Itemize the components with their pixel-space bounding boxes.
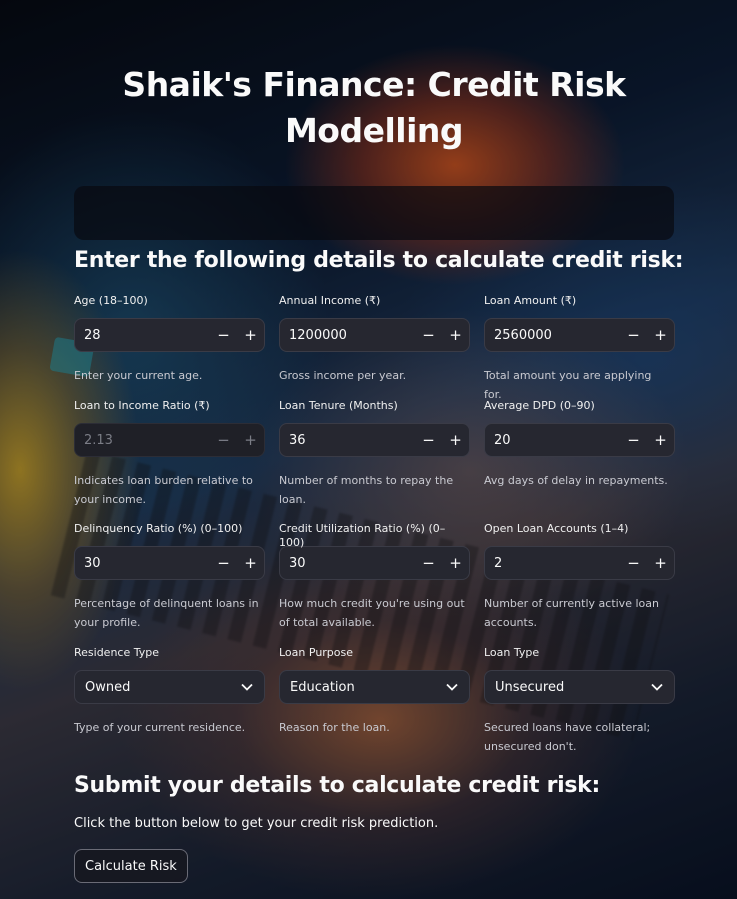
loan-type-help: Secured loans have collateral; unsecured… [484,721,651,753]
minus-icon[interactable]: − [620,546,647,580]
page-title: Shaik's Finance: Credit Risk Modelling [122,65,626,150]
submit-heading: Submit your details to calculate credit … [74,773,600,798]
info-banner [74,186,674,240]
minus-icon[interactable]: − [415,546,442,580]
submit-caption: Click the button below to get your credi… [74,816,439,831]
average-dpd-input[interactable]: 20 − + [484,423,675,457]
annual-income-input[interactable]: 1200000 − + [279,318,470,352]
form-heading: Enter the following details to calculate… [74,248,684,273]
chevron-down-icon[interactable] [435,670,469,704]
loan-purpose-help: Reason for the loan. [279,721,390,734]
plus-icon[interactable]: + [237,546,264,580]
loan-purpose-select[interactable]: Education [279,670,470,704]
loan-type-label: Loan Type [484,646,540,659]
loan-amount-input[interactable]: 2560000 − + [484,318,675,352]
plus-icon[interactable]: + [647,318,674,352]
age-help: Enter your current age. [74,369,203,382]
main-content: Shaik's Finance: Credit Risk Modelling E… [0,0,737,899]
credit-utilization-value[interactable]: 30 [280,556,415,571]
calculate-risk-button[interactable]: Calculate Risk [74,849,188,883]
loan-tenure-field: Loan Tenure (Months) 36 − + Number of mo… [279,399,470,509]
credit-utilization-label: Credit Utilization Ratio (%) (0–100) [279,522,446,549]
age-field: Age (18–100) 28 − + Enter your current a… [74,294,265,385]
minus-icon[interactable]: − [210,318,237,352]
loan-purpose-value[interactable]: Education [280,680,435,695]
minus-icon[interactable]: − [620,423,647,457]
annual-income-label: Annual Income (₹) [279,294,381,307]
average-dpd-field: Average DPD (0–90) 20 − + Avg days of de… [484,399,675,490]
loan-to-income-help: Indicates loan burden relative to your i… [74,474,253,506]
loan-amount-label: Loan Amount (₹) [484,294,577,307]
age-input[interactable]: 28 − + [74,318,265,352]
open-loan-accounts-value[interactable]: 2 [485,556,620,571]
chevron-down-icon[interactable] [640,670,674,704]
loan-to-income-label: Loan to Income Ratio (₹) [74,399,210,412]
open-loan-accounts-label: Open Loan Accounts (1–4) [484,522,629,535]
minus-icon: − [217,431,230,449]
minus-icon[interactable]: − [210,546,237,580]
average-dpd-value[interactable]: 20 [485,433,620,448]
residence-type-help: Type of your current residence. [74,721,246,734]
loan-tenure-input[interactable]: 36 − + [279,423,470,457]
minus-icon[interactable]: − [415,318,442,352]
annual-income-help: Gross income per year. [279,369,407,382]
open-loan-accounts-input[interactable]: 2 − + [484,546,675,580]
delinquency-ratio-input[interactable]: 30 − + [74,546,265,580]
loan-type-value[interactable]: Unsecured [485,680,640,695]
age-label: Age (18–100) [74,294,148,307]
open-loan-accounts-help: Number of currently active loan accounts… [484,597,659,629]
delinquency-ratio-label: Delinquency Ratio (%) (0–100) [74,522,243,535]
credit-utilization-help: How much credit you're using out of tota… [279,597,465,629]
loan-type-select[interactable]: Unsecured [484,670,675,704]
credit-utilization-field: Credit Utilization Ratio (%) (0–100) 30 … [279,522,470,632]
plus-icon[interactable]: + [442,546,469,580]
residence-type-select[interactable]: Owned [74,670,265,704]
loan-amount-field: Loan Amount (₹) 2560000 − + Total amount… [484,294,675,404]
loan-to-income-field: Loan to Income Ratio (₹) 2.13 − + Indica… [74,399,265,509]
residence-type-label: Residence Type [74,646,160,659]
chevron-down-icon[interactable] [230,670,264,704]
plus-icon[interactable]: + [237,318,264,352]
residence-type-field: Residence Type Owned Type of your curren… [74,646,265,737]
loan-type-field: Loan Type Unsecured Secured loans have c… [484,646,675,756]
annual-income-field: Annual Income (₹) 1200000 − + Gross inco… [279,294,470,385]
loan-to-income-value: 2.13 [84,432,113,448]
loan-to-income-input: 2.13 − + [74,423,265,457]
credit-utilization-input[interactable]: 30 − + [279,546,470,580]
average-dpd-help: Avg days of delay in repayments. [484,474,668,487]
plus-icon[interactable]: + [647,423,674,457]
average-dpd-label: Average DPD (0–90) [484,399,595,412]
age-value[interactable]: 28 [75,328,210,343]
loan-tenure-help: Number of months to repay the loan. [279,474,454,506]
loan-amount-value[interactable]: 2560000 [485,328,620,343]
loan-tenure-label: Loan Tenure (Months) [279,399,398,412]
plus-icon[interactable]: + [442,423,469,457]
plus-icon[interactable]: + [647,546,674,580]
minus-icon[interactable]: − [620,318,647,352]
minus-icon[interactable]: − [415,423,442,457]
plus-icon: + [244,431,257,449]
annual-income-value[interactable]: 1200000 [280,328,415,343]
loan-purpose-field: Loan Purpose Education Reason for the lo… [279,646,470,737]
delinquency-ratio-value[interactable]: 30 [75,556,210,571]
plus-icon[interactable]: + [442,318,469,352]
delinquency-ratio-field: Delinquency Ratio (%) (0–100) 30 − + Per… [74,522,265,632]
loan-tenure-value[interactable]: 36 [280,433,415,448]
open-loan-accounts-field: Open Loan Accounts (1–4) 2 − + Number of… [484,522,675,632]
residence-type-value[interactable]: Owned [75,680,230,695]
delinquency-ratio-help: Percentage of delinquent loans in your p… [74,597,259,629]
loan-purpose-label: Loan Purpose [279,646,354,659]
